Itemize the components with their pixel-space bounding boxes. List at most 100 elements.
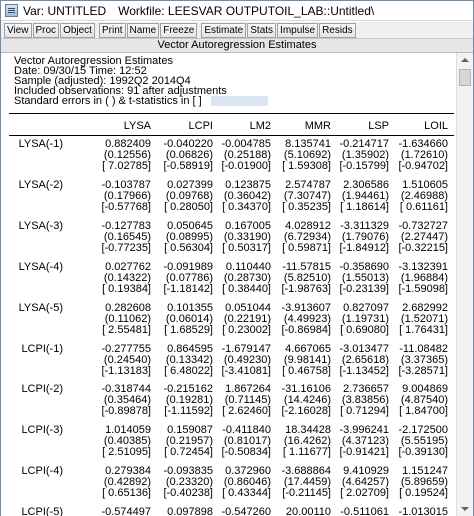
t-stat-cell: [-3.28571] [398,364,448,377]
t-stat-cell: [ 0.61161] [399,200,448,213]
std-error-cell: (0.11062) [104,312,151,325]
print-button[interactable]: Print [98,22,126,38]
row-label: LYSA(-3) [18,219,63,232]
t-stat-cell: [ 0.65136] [102,487,151,500]
t-stat-cell: [-1.59098] [398,282,448,295]
var-name: Var: UNTITLED [23,3,107,18]
t-stat-cell: [-0.39130] [398,446,448,459]
t-stat-cell: [ 0.19524] [399,487,448,500]
t-stat-cell: [ 2.55481] [102,323,151,336]
column-header: LSP [368,120,389,132]
row-label: LYSA(-1) [18,138,63,150]
t-stat-cell: [ 2.62460] [222,405,271,418]
scroll-up-icon[interactable] [461,58,469,62]
row-label: LYSA(-2) [18,178,63,191]
t-stat-cell: [-1.18142] [163,282,213,295]
selected-cell-highlight[interactable] [210,96,268,106]
estimation-info: Vector Autoregression Estimates Date: 09… [14,56,268,107]
t-stat-cell: [ 0.23002] [222,323,271,336]
t-stat-cell: [ 0.34370] [222,200,271,213]
column-header: MMR [304,120,331,132]
t-stat-cell: [ 1.84700] [399,405,448,418]
t-stat-cell: [ 0.56304] [164,241,213,254]
row-label: LCPI(-4) [21,465,63,478]
t-stat-cell: [ 0.71294] [340,405,389,418]
table-top-rule [9,113,454,114]
coefficient-cell: 20.00110 [285,506,331,516]
t-stat-cell: [-1.84912] [339,241,389,254]
coefficient-cell: 0.827097 [343,301,389,314]
t-stat-cell: [ 0.38440] [222,282,271,295]
t-stat-cell: [ 1.76431] [399,323,448,336]
std-error-cell: (9.98141) [283,353,331,366]
std-error-cell: (0.06014) [165,312,213,325]
coefficient-cell: -0.574497 [101,506,151,516]
std-error-cell: (0.22191) [223,312,271,325]
view-button[interactable]: View [4,22,32,38]
object-button[interactable]: Object [60,22,95,38]
coefficient-cell: -1.013015 [398,506,448,516]
t-stat-cell: [ 6.48022] [164,364,213,377]
vertical-scrollbar[interactable] [456,53,473,516]
t-stat-cell: [ 1.11677] [282,446,331,459]
std-error-cell: (2.65618) [341,353,389,366]
t-stat-cell: [ 0.59871] [282,241,331,254]
t-stat-cell: [-0.21145] [282,487,331,500]
info-line-text: Standard errors in ( ) & t-statistics in… [14,95,202,107]
coefficient-cell: -3.913607 [281,301,331,314]
row-label: LYSA(-5) [18,301,63,314]
t-stat-cell: [ 1.59308] [282,160,331,172]
t-stat-cell: [-0.23139] [339,282,389,295]
t-stat-cell: [-0.32215] [398,241,448,254]
coefficient-cell: -11.08482 [399,342,448,355]
output-spreadsheet[interactable]: Vector Autoregression Estimates Vector A… [1,39,473,516]
coefficient-cell: 0.282608 [105,301,151,314]
toolbar: View Proc Object Print Name Freeze Estim… [1,22,473,39]
scroll-down-icon[interactable] [461,507,469,511]
window-title: Var: UNTITLED Workfile: LEESVAR OUTPUTOIL… [23,4,374,18]
t-stat-cell: [ 0.50317] [222,241,271,254]
workfile-name: Workfile: LEESVAR OUTPUTOIL_LAB::Untitle… [118,3,375,18]
t-stat-cell: [-0.94702] [398,160,448,172]
output-heading: Vector Autoregression Estimates [1,39,473,53]
std-error-cell: (0.49230) [223,353,271,366]
row-label: LYSA(-4) [18,260,63,273]
stats-button[interactable]: Stats [247,22,277,38]
std-error-cell: (3.37365) [400,353,448,366]
t-stat-cell: [ 1.68529] [164,323,213,336]
t-stat-cell: [-1.13452] [339,364,389,377]
window-app-icon [5,4,18,17]
t-stat-cell: [-0.58919] [163,160,213,172]
coefficient-cell: -0.547260 [221,506,271,516]
resids-button[interactable]: Resids [319,22,356,38]
coefficient-cell: -3.013477 [339,342,389,355]
t-stat-cell: [ 2.02709] [340,487,389,500]
t-stat-cell: [-0.89878] [101,405,151,418]
t-stat-cell: [ 0.19384] [102,282,151,295]
t-stat-cell: [-0.40238] [163,487,213,500]
freeze-button[interactable]: Freeze [160,22,198,38]
t-stat-cell: [ 1.18614] [340,200,389,213]
t-stat-cell: [ 7.02785] [102,160,151,172]
t-stat-cell: [-3.41081] [221,364,271,377]
t-stat-cell: [ 2.51095] [102,446,151,459]
proc-button[interactable]: Proc [32,22,60,38]
std-error-cell: (4.49923) [283,312,331,325]
estimate-button[interactable]: Estimate [201,22,247,38]
info-line: Standard errors in ( ) & t-statistics in… [14,95,268,107]
t-stat-cell: [-0.77235] [101,241,151,254]
coefficient-cell: -1.679147 [221,342,271,355]
scroll-thumb[interactable] [459,69,471,86]
std-error-cell: (1.19731) [341,312,389,325]
coefficient-cell: 0.864595 [167,342,213,355]
t-stat-cell: [-1.98763] [281,282,331,295]
var-window: Var: UNTITLED Workfile: LEESVAR OUTPUTOIL… [0,0,474,516]
t-stat-cell: [ 0.69080] [340,323,389,336]
impulse-button[interactable]: Impulse [277,22,319,38]
coefficient-cell: 4.667065 [285,342,331,355]
name-button[interactable]: Name [126,22,160,38]
title-bar[interactable]: Var: UNTITLED Workfile: LEESVAR OUTPUTOIL… [1,1,473,21]
coefficient-cell: -0.511061 [340,506,389,516]
t-stat-cell: [-0.57768] [101,200,151,213]
column-header: LOIL [424,120,448,132]
